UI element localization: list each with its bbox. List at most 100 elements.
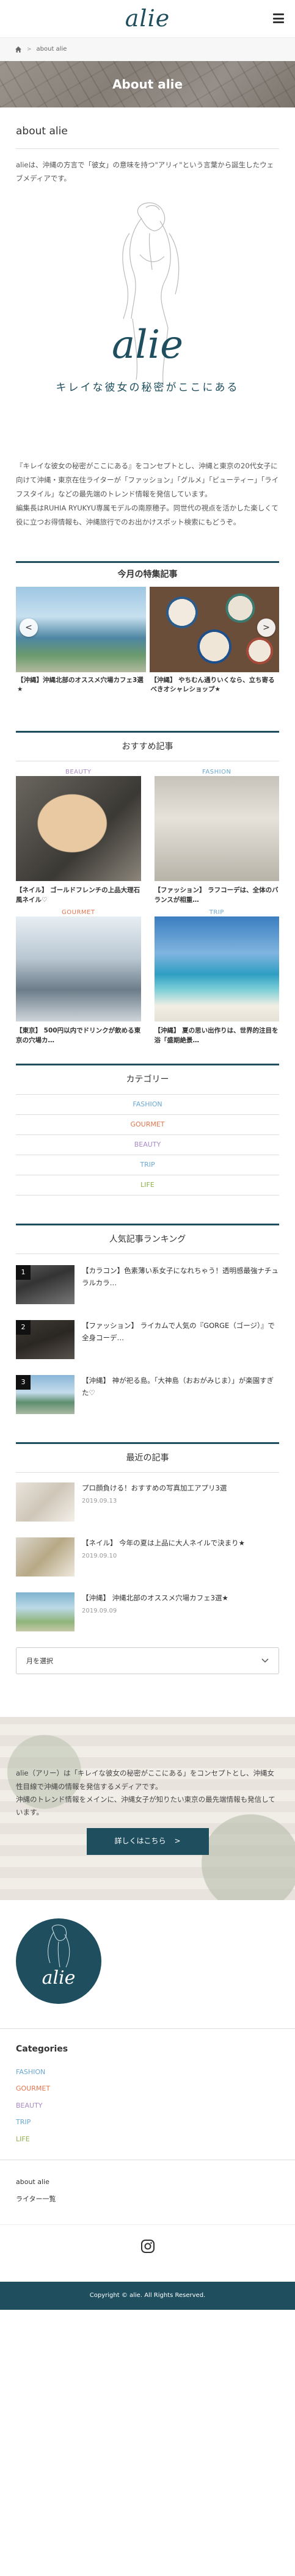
site-logo[interactable]: alie bbox=[125, 0, 170, 37]
featured-slide[interactable]: 【沖縄】 やちむん通りいくなら、立ち寄るべきオシャレショップ★ bbox=[149, 586, 279, 703]
footer-logo-text: alie bbox=[42, 1967, 76, 1989]
card-title: 【ファッション】 ラフコーデは、全体のバランスが相重… bbox=[154, 887, 279, 904]
hamburger-icon[interactable] bbox=[273, 13, 284, 23]
breadcrumb-current: about alie bbox=[36, 46, 67, 53]
ranking-item[interactable]: 3 【沖縄】 神が祀る島。「大神島（おおがみじま）」が楽園すぎた♡ bbox=[16, 1375, 279, 1415]
footer-link-about[interactable]: about alie bbox=[16, 2174, 295, 2191]
recent-list: プロ顔負ける！おすすめの写真加工アプリ3選 2019.09.13 【ネイル】 今… bbox=[16, 1482, 279, 1632]
category-list: FASHION GOURMET BEAUTY TRIP LIFE bbox=[16, 1094, 279, 1195]
footer-promo: alie（アリー）は「キレイな彼女の秘密がここにある」をコンセプトとし、沖縄女性… bbox=[0, 1717, 295, 1901]
main-content: about alie alieは、沖縄の方言で「彼女」の意味を持つ"アリィ"とい… bbox=[0, 123, 295, 1675]
about-description: 『キレイな彼女の秘密がここにある』をコンセプトとし、沖縄と東京の20代女子に向け… bbox=[16, 459, 279, 529]
chevron-down-icon bbox=[261, 1658, 269, 1663]
hero-title: About alie bbox=[112, 77, 183, 92]
slide-caption: 【沖縄】 やちむん通りいくなら、立ち寄るべきオシャレショップ★ bbox=[150, 676, 275, 693]
chevron-right-icon[interactable]: > bbox=[257, 618, 275, 637]
article-card[interactable]: FASHION 【ファッション】 ラフコーデは、全体のバランスが相重… bbox=[154, 769, 279, 905]
ranking-title: 【カラコン】色素薄い系女子になれちゃう！透明感最強ナチュラルカラ… bbox=[82, 1266, 279, 1287]
ranking-title: 【沖縄】 神が祀る島。「大神島（おおがみじま）」が楽園すぎた♡ bbox=[82, 1376, 274, 1397]
recent-thumbnail bbox=[16, 1592, 75, 1632]
ranking-item[interactable]: 2 【ファッション】 ライカムで人気の『GORGE（ゴージ）』で全身コーデ… bbox=[16, 1320, 279, 1360]
section-divider bbox=[16, 1223, 279, 1225]
section-divider bbox=[16, 1064, 279, 1066]
footer-category-trip[interactable]: TRIP bbox=[16, 2114, 295, 2131]
ranking-heading: 人気記事ランキング bbox=[16, 1233, 279, 1255]
featured-slider: 【沖縄】沖縄北部のオススメ穴場カフェ3選★ 【沖縄】 やちむん通りいくなら、立ち… bbox=[16, 586, 279, 703]
article-card[interactable]: TRIP 【沖縄】 夏の思い出作りは、世界的注目を浴「盛期絶景… bbox=[154, 909, 279, 1046]
category-badge: FASHION bbox=[202, 769, 231, 776]
category-box: カテゴリー FASHION GOURMET BEAUTY TRIP LIFE bbox=[16, 1073, 279, 1195]
article-card[interactable]: BEAUTY 【ネイル】 ゴールドフレンチの上品大理石風ネイル♡ bbox=[16, 769, 141, 905]
slide-caption: 【沖縄】沖縄北部のオススメ穴場カフェ3選★ bbox=[17, 676, 144, 693]
recent-item[interactable]: プロ顔負ける！おすすめの写真加工アプリ3選 2019.09.13 bbox=[16, 1482, 279, 1522]
brand-tagline: キレイな彼女の秘密がここにある bbox=[56, 382, 239, 394]
category-trip[interactable]: TRIP bbox=[16, 1155, 279, 1175]
category-badge: GOURMET bbox=[62, 909, 95, 916]
footer-logo[interactable]: alie bbox=[16, 1918, 101, 2005]
card-image: GOURMET bbox=[16, 909, 141, 1021]
ranking-thumbnail: 2 bbox=[16, 1320, 75, 1360]
footer-category-beauty[interactable]: BEAUTY bbox=[16, 2097, 295, 2114]
social-links bbox=[0, 2224, 295, 2267]
about-paragraph-1: 『キレイな彼女の秘密がここにある』をコンセプトとし、沖縄と東京の20代女子に向け… bbox=[16, 461, 279, 498]
ranking-title: 【ファッション】 ライカムで人気の『GORGE（ゴージ）』で全身コーデ… bbox=[82, 1321, 275, 1342]
details-button[interactable]: 詳しくはこちら > bbox=[86, 1827, 209, 1855]
footer-divider bbox=[0, 2028, 295, 2030]
featured-slide[interactable]: 【沖縄】沖縄北部のオススメ穴場カフェ3選★ bbox=[16, 586, 146, 703]
category-beauty[interactable]: BEAUTY bbox=[16, 1135, 279, 1155]
brand-logo: alie bbox=[112, 322, 183, 368]
ranking-item[interactable]: 1 【カラコン】色素薄い系女子になれちゃう！透明感最強ナチュラルカラ… bbox=[16, 1265, 279, 1305]
recent-title: プロ顔負ける！おすすめの写真加工アプリ3選 bbox=[82, 1484, 227, 1493]
promo-paragraph-1: alie（アリー）は「キレイな彼女の秘密がここにある」をコンセプトとし、沖縄女性… bbox=[16, 1769, 275, 1791]
recent-date: 2019.09.13 bbox=[82, 1497, 117, 1504]
rank-number: 1 bbox=[16, 1265, 31, 1280]
card-image: TRIP bbox=[154, 909, 279, 1021]
archive-month-select[interactable]: 月を選択 bbox=[16, 1647, 279, 1675]
section-divider bbox=[16, 730, 279, 733]
page-title: about alie bbox=[16, 123, 279, 150]
category-fashion[interactable]: FASHION bbox=[16, 1095, 279, 1115]
rank-number: 2 bbox=[16, 1320, 31, 1335]
category-badge: TRIP bbox=[209, 909, 224, 916]
card-title: 【沖縄】 夏の思い出作りは、世界的注目を浴「盛期絶景… bbox=[154, 1026, 279, 1044]
recent-date: 2019.09.09 bbox=[82, 1607, 117, 1614]
category-badge: BEAUTY bbox=[65, 769, 92, 776]
chevron-left-icon[interactable]: < bbox=[20, 618, 38, 637]
ranking-list: 1 【カラコン】色素薄い系女子になれちゃう！透明感最強ナチュラルカラ… 2 【フ… bbox=[16, 1265, 279, 1415]
details-button-label: 詳しくはこちら bbox=[114, 1836, 166, 1845]
intro-text: alieは、沖縄の方言で「彼女」の意味を持つ"アリィ"という言葉から誕生したウェ… bbox=[16, 161, 274, 183]
recent-thumbnail bbox=[16, 1537, 75, 1577]
footer-link-writers[interactable]: ライター一覧 bbox=[16, 2191, 295, 2208]
chevron-right-icon: > bbox=[174, 1836, 181, 1845]
card-image: BEAUTY bbox=[16, 769, 141, 882]
featured-heading: 今月の特集記事 bbox=[16, 561, 279, 587]
recent-date: 2019.09.10 bbox=[82, 1552, 117, 1559]
recent-item[interactable]: 【沖縄】 沖縄北部のオススメ穴場カフェ3選★ 2019.09.09 bbox=[16, 1592, 279, 1632]
home-icon[interactable] bbox=[15, 46, 22, 53]
footer-category-fashion[interactable]: FASHION bbox=[16, 2064, 295, 2081]
recent-heading: 最近の記事 bbox=[16, 1451, 279, 1473]
breadcrumb: > about alie bbox=[0, 38, 295, 61]
site-footer: alie Categories FASHION GOURMET BEAUTY T… bbox=[0, 1918, 295, 2310]
recent-title: 【ネイル】 今年の夏は上品に大人ネイルで決まり★ bbox=[82, 1539, 245, 1548]
brand-illustration: alie キレイな彼女の秘密がここにある bbox=[16, 190, 279, 453]
recent-title: 【沖縄】 沖縄北部のオススメ穴場カフェ3選★ bbox=[82, 1594, 228, 1603]
category-gourmet[interactable]: GOURMET bbox=[16, 1115, 279, 1135]
article-card[interactable]: GOURMET 【東京】 500円以内でドリンクが飲める東京の穴場カ… bbox=[16, 909, 141, 1046]
footer-category-gourmet[interactable]: GOURMET bbox=[16, 2080, 295, 2097]
recent-item[interactable]: 【ネイル】 今年の夏は上品に大人ネイルで決まり★ 2019.09.10 bbox=[16, 1537, 279, 1577]
ranking-thumbnail: 1 bbox=[16, 1265, 75, 1305]
recommended-heading: おすすめ記事 bbox=[16, 740, 279, 762]
copyright: Copyright © alie. All Rights Reserved. bbox=[0, 2282, 295, 2310]
rank-number: 3 bbox=[16, 1375, 31, 1390]
chevron-right-icon: > bbox=[27, 46, 32, 53]
instagram-icon[interactable] bbox=[140, 2239, 155, 2254]
site-header: alie bbox=[0, 0, 295, 38]
footer-category-life[interactable]: LIFE bbox=[16, 2131, 295, 2148]
recent-thumbnail bbox=[16, 1482, 75, 1522]
archive-select-label: 月を選択 bbox=[26, 1656, 53, 1665]
recommended-grid: BEAUTY 【ネイル】 ゴールドフレンチの上品大理石風ネイル♡ FASHION… bbox=[16, 769, 279, 1046]
ranking-thumbnail: 3 bbox=[16, 1375, 75, 1415]
category-life[interactable]: LIFE bbox=[16, 1175, 279, 1195]
promo-paragraph-2: 沖縄のトレンド情報をメインに、沖縄女子が知りたい東京の最先端情報も発信しています… bbox=[16, 1794, 275, 1817]
